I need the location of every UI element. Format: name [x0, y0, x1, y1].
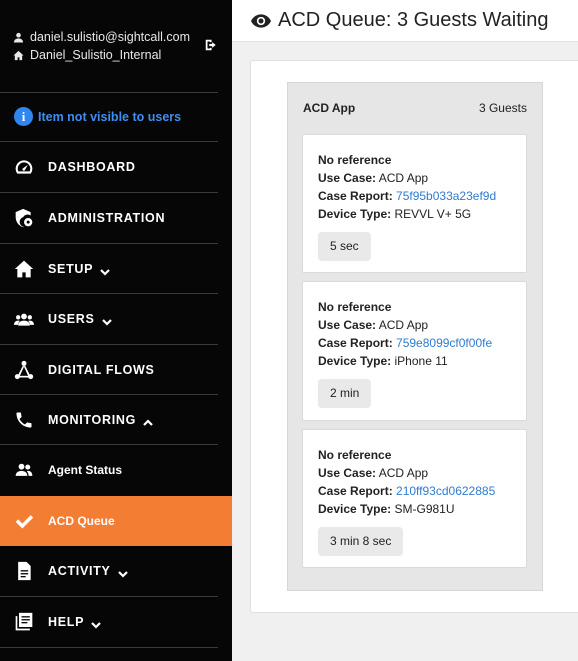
- chevron-up-icon: [143, 415, 153, 426]
- case-report-link[interactable]: 75f95b033a23ef9d: [396, 189, 496, 203]
- queue-header: ACD App 3 Guests: [303, 101, 527, 115]
- guest-reference: No reference: [318, 448, 392, 462]
- guest-card[interactable]: No reference Use Case: ACD App Case Repo…: [302, 281, 527, 421]
- flow-icon: [13, 359, 35, 381]
- checkmark-icon: [13, 510, 35, 532]
- device-type-value: REVVL V+ 5G: [394, 207, 472, 221]
- wait-time-badge: 3 min 8 sec: [318, 527, 404, 556]
- chevron-down-icon: [117, 566, 128, 578]
- guest-card[interactable]: No reference Use Case: ACD App Case Repo…: [302, 134, 527, 273]
- case-report-link[interactable]: 759e8099cf0f00fe: [396, 336, 492, 350]
- document-icon: [13, 560, 35, 582]
- use-case-label: Use Case:: [318, 318, 377, 332]
- guest-card[interactable]: No reference Use Case: ACD App Case Repo…: [302, 429, 527, 568]
- page-title: ACD Queue: 3 Guests Waiting: [278, 9, 549, 31]
- user-org-line: Daniel_Sulistio_Internal: [13, 46, 220, 64]
- device-type-label: Device Type:: [318, 502, 392, 516]
- nav-monitoring[interactable]: MONITORING: [0, 395, 232, 445]
- nav-activity[interactable]: ACTIVITY: [0, 546, 232, 596]
- nav-label: MONITORING: [48, 413, 137, 427]
- use-case-label: Use Case:: [318, 171, 377, 185]
- shield-gear-icon: [13, 207, 35, 229]
- page-header: ACD Queue: 3 Guests Waiting: [232, 0, 578, 42]
- nav-label: USERS: [48, 312, 95, 326]
- chevron-down-icon: [101, 314, 112, 326]
- use-case-value: ACD App: [378, 466, 429, 480]
- nav-label: DASHBOARD: [48, 160, 136, 174]
- use-case-row: Use Case: ACD App: [318, 169, 511, 187]
- user-email: daniel.sulistio@sightcall.com: [30, 30, 190, 44]
- device-type-value: SM-G981U: [394, 502, 455, 516]
- info-icon: i: [14, 107, 33, 126]
- queue-count: 3 Guests: [478, 101, 527, 115]
- speedometer-icon: [13, 156, 35, 178]
- nav-digital-flows[interactable]: DIGITAL FLOWS: [0, 345, 232, 395]
- queue-name: ACD App: [303, 101, 356, 115]
- phone-icon: [13, 409, 35, 431]
- divider: [0, 647, 218, 648]
- logout-button[interactable]: [204, 38, 218, 52]
- device-type-row: Device Type: iPhone 11: [318, 352, 511, 370]
- case-report-label: Case Report:: [318, 336, 393, 350]
- chevron-down-icon: [91, 617, 101, 629]
- help-book-icon: [13, 611, 35, 633]
- nav-label: Agent Status: [48, 463, 123, 477]
- use-case-row: Use Case: ACD App: [318, 316, 511, 334]
- people-icon: [13, 459, 35, 481]
- nav-administration[interactable]: ADMINISTRATION: [0, 193, 232, 243]
- nav-label: HELP: [48, 615, 85, 629]
- home-icon: [13, 50, 24, 60]
- case-report-row: Case Report: 759e8099cf0f00fe: [318, 334, 511, 352]
- nav-users[interactable]: USERS: [0, 294, 232, 344]
- wait-time-badge: 2 min: [318, 379, 372, 408]
- nav-setup[interactable]: SETUP: [0, 244, 232, 294]
- sidebar: daniel.sulistio@sightcall.com Daniel_Sul…: [0, 0, 232, 661]
- case-report-label: Case Report:: [318, 484, 393, 498]
- user-block: daniel.sulistio@sightcall.com Daniel_Sul…: [13, 28, 220, 64]
- nav-label: ACTIVITY: [48, 564, 111, 578]
- nav-help[interactable]: HELP: [0, 597, 232, 647]
- user-email-line: daniel.sulistio@sightcall.com: [13, 28, 220, 46]
- eye-icon: [251, 13, 271, 28]
- case-report-row: Case Report: 210ff93cd0622885: [318, 482, 511, 500]
- case-report-label: Case Report:: [318, 189, 393, 203]
- use-case-value: ACD App: [378, 318, 429, 332]
- notice-text: Item not visible to users: [38, 109, 182, 124]
- use-case-value: ACD App: [378, 171, 429, 185]
- device-type-value: iPhone 11: [394, 354, 448, 368]
- nav-label: ADMINISTRATION: [48, 211, 166, 225]
- device-type-row: Device Type: REVVL V+ 5G: [318, 205, 511, 223]
- guest-reference: No reference: [318, 300, 392, 314]
- device-type-label: Device Type:: [318, 207, 392, 221]
- nav-agent-status[interactable]: Agent Status: [0, 445, 232, 495]
- device-type-row: Device Type: SM-G981U: [318, 500, 511, 518]
- wait-time-badge: 5 sec: [318, 232, 371, 261]
- user-org: Daniel_Sulistio_Internal: [30, 48, 162, 62]
- use-case-row: Use Case: ACD App: [318, 464, 511, 482]
- divider: [0, 92, 218, 93]
- device-type-label: Device Type:: [318, 354, 392, 368]
- guest-reference: No reference: [318, 153, 392, 167]
- logout-icon: [205, 39, 216, 51]
- home-icon: [13, 258, 35, 280]
- nav-label: DIGITAL FLOWS: [48, 363, 155, 377]
- case-report-link[interactable]: 210ff93cd0622885: [396, 484, 495, 498]
- nav-label: SETUP: [48, 262, 94, 276]
- users-icon: [13, 308, 35, 330]
- person-icon: [13, 32, 24, 43]
- visibility-notice: i Item not visible to users: [14, 107, 181, 126]
- case-report-row: Case Report: 75f95b033a23ef9d: [318, 187, 511, 205]
- chevron-down-icon: [100, 264, 110, 276]
- nav-dashboard[interactable]: DASHBOARD: [0, 142, 232, 192]
- use-case-label: Use Case:: [318, 466, 377, 480]
- nav-label: ACD Queue: [48, 514, 115, 528]
- nav-acd-queue[interactable]: ACD Queue: [0, 496, 232, 546]
